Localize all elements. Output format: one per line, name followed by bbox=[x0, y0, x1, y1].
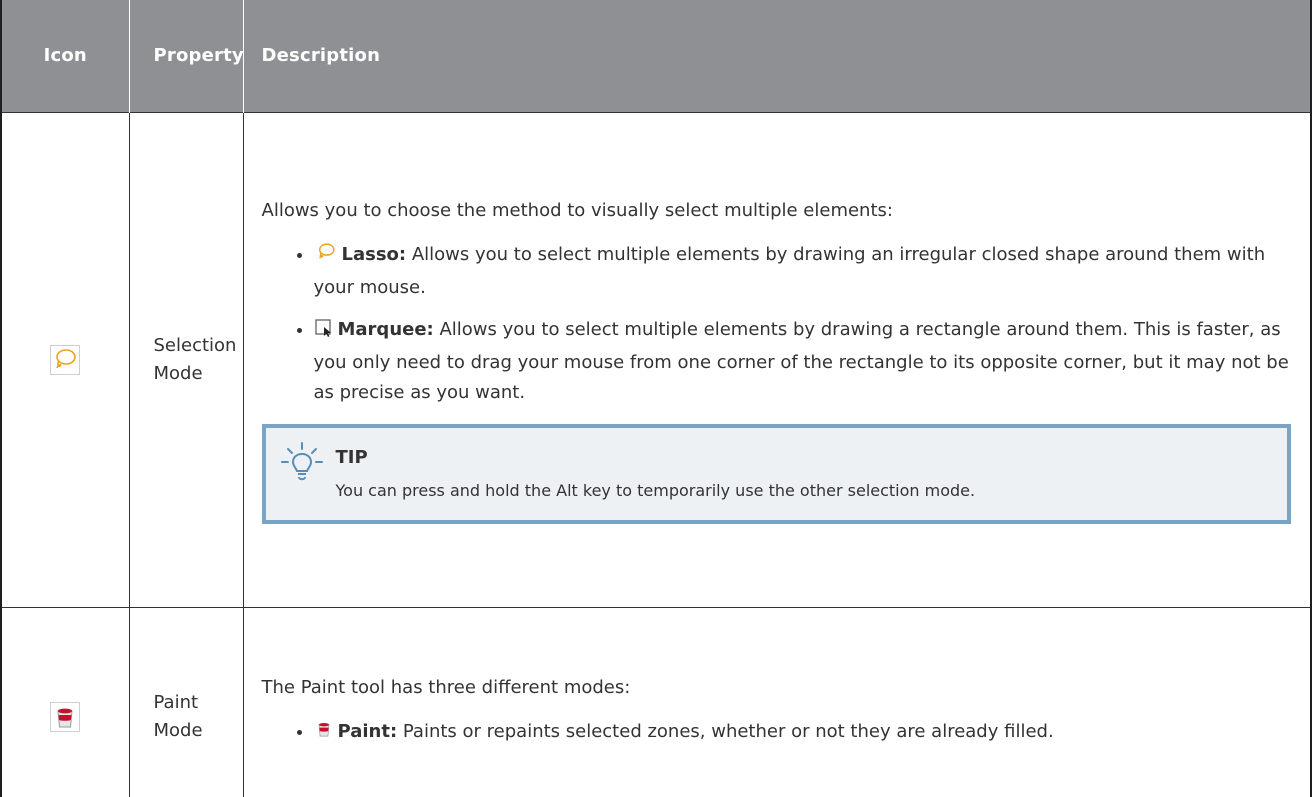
item-label: Lasso: bbox=[341, 243, 407, 265]
header-property: Property bbox=[129, 0, 244, 112]
marquee-icon bbox=[314, 318, 334, 348]
item-label: Marquee: bbox=[337, 318, 434, 340]
property-selection-mode: Selection Mode bbox=[129, 111, 244, 607]
item-label: Paint: bbox=[337, 720, 398, 742]
description-cell: The Paint tool has three different modes… bbox=[243, 606, 1310, 797]
tip-text: You can press and hold the Alt key to te… bbox=[335, 480, 976, 500]
list-item-paint: Paint: Paints or repaints selected zones… bbox=[314, 717, 1293, 750]
item-text: Paints or repaints selected zones, wheth… bbox=[397, 720, 1054, 742]
lasso-icon bbox=[50, 344, 81, 375]
table-row: Paint Mode The Paint tool has three diff… bbox=[2, 606, 1310, 797]
icon-cell bbox=[2, 111, 130, 607]
description-cell: Allows you to choose the method to visua… bbox=[243, 111, 1310, 607]
description-intro: Allows you to choose the method to visua… bbox=[261, 199, 893, 221]
paint-bucket-icon bbox=[50, 702, 81, 733]
header-description: Description bbox=[243, 0, 1310, 112]
list-item-lasso: Lasso: Allows you to select multiple ele… bbox=[314, 240, 1293, 303]
tip-box: TIP You can press and hold the Alt key t… bbox=[261, 423, 1291, 524]
paint-bucket-icon bbox=[314, 718, 334, 750]
list-item-marquee: Marquee: Allows you to select multiple e… bbox=[314, 315, 1293, 408]
table-header: Icon Property Description bbox=[2, 0, 1310, 112]
description-intro: The Paint tool has three different modes… bbox=[261, 676, 631, 698]
properties-table-frame: Icon Property Description Selection Mode… bbox=[0, 0, 1312, 797]
header-icon: Icon bbox=[2, 0, 130, 112]
tip-title: TIP bbox=[335, 446, 368, 468]
property-paint-mode: Paint Mode bbox=[129, 606, 244, 797]
properties-table: Icon Property Description Selection Mode… bbox=[2, 0, 1310, 797]
mode-list: Paint: Paints or repaints selected zones… bbox=[262, 717, 1293, 750]
lasso-icon bbox=[314, 241, 338, 273]
lightbulb-icon bbox=[280, 440, 324, 488]
icon-cell bbox=[2, 606, 130, 797]
item-text: Allows you to select multiple elements b… bbox=[313, 243, 1266, 298]
table-row: Selection Mode Allows you to choose the … bbox=[2, 111, 1310, 607]
mode-list: Lasso: Allows you to select multiple ele… bbox=[262, 240, 1293, 408]
item-text: Allows you to select multiple elements b… bbox=[313, 318, 1289, 403]
